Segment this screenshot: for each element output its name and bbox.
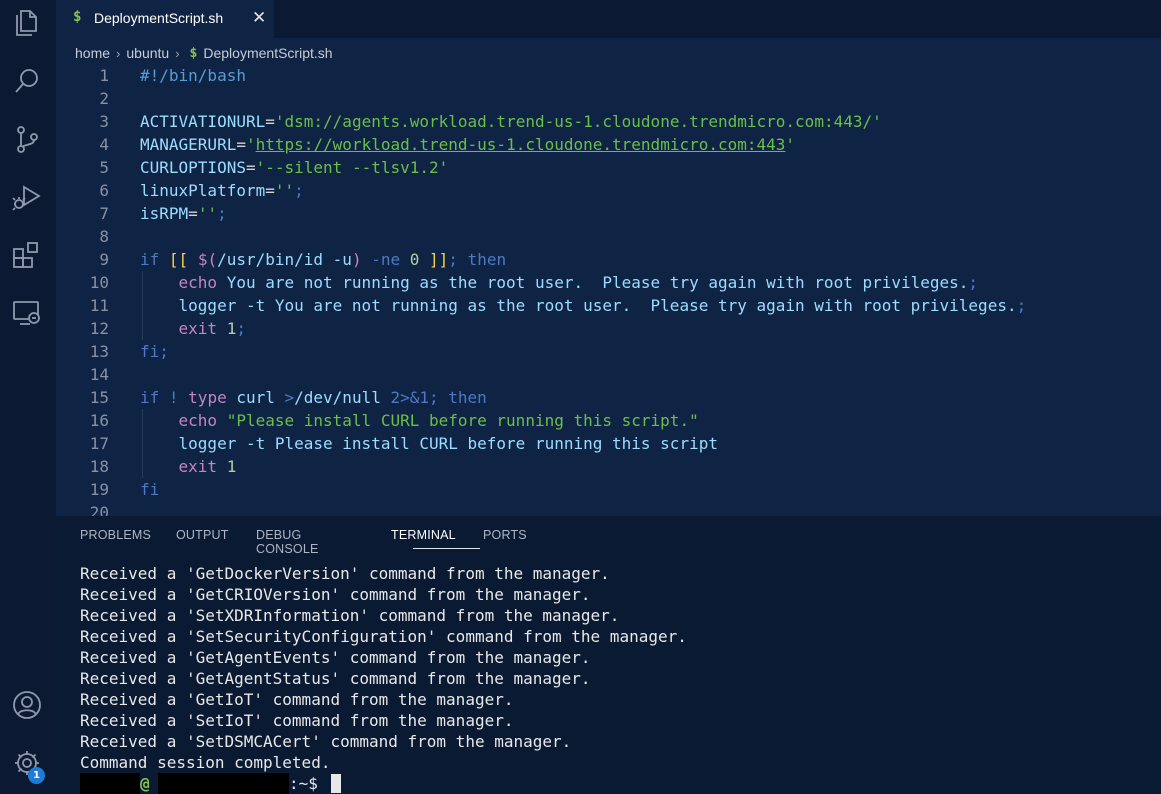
notification-badge: 1 bbox=[28, 767, 45, 784]
chevron-right-icon: › bbox=[175, 45, 180, 61]
code-line: 10 echo You are not running as the root … bbox=[89, 271, 979, 294]
terminal-line: Received a 'GetAgentStatus' command from… bbox=[80, 669, 591, 688]
redacted-username bbox=[80, 773, 140, 794]
prompt-path: :~$ bbox=[289, 774, 328, 793]
tab-debug-console[interactable]: DEBUG CONSOLE bbox=[256, 528, 319, 556]
code-line: 1 #!/bin/bash bbox=[99, 66, 246, 85]
terminal-cursor bbox=[331, 774, 341, 793]
code-line: 2 bbox=[99, 89, 109, 108]
close-icon[interactable]: ✕ bbox=[252, 8, 266, 28]
terminal-line: Received a 'SetDSMCACert' command from t… bbox=[80, 732, 572, 751]
chevron-right-icon: › bbox=[116, 45, 121, 61]
search-icon[interactable] bbox=[10, 64, 44, 98]
tab-problems[interactable]: PROBLEMS bbox=[80, 528, 151, 542]
tab-deploymentscript[interactable]: $ DeploymentScript.sh ✕ bbox=[56, 0, 274, 39]
terminal-line: Received a 'GetCRIOVersion' command from… bbox=[80, 585, 591, 604]
code-line: 8 bbox=[99, 227, 109, 246]
tab-ports[interactable]: PORTS bbox=[483, 528, 527, 542]
code-line: 15 if ! type curl >/dev/null 2>&1; then bbox=[89, 388, 487, 407]
breadcrumb-item-home[interactable]: home bbox=[75, 45, 110, 61]
code-line: 12 exit 1; bbox=[89, 317, 246, 340]
code-line: 17 logger -t Please install CURL before … bbox=[89, 432, 718, 455]
terminal-line: Received a 'GetIoT' command from the man… bbox=[80, 690, 514, 709]
breadcrumb-item-ubuntu[interactable]: ubuntu bbox=[126, 45, 169, 61]
code-line: 9 if [[ $(/usr/bin/id -u) -ne 0 ]]; then bbox=[99, 250, 507, 269]
code-line: 20 bbox=[89, 503, 109, 516]
code-lines[interactable]: 1 #!/bin/bash 2 3 ACTIVATIONURL='dsm://age… bbox=[56, 64, 1161, 516]
prompt-at: @ bbox=[140, 774, 150, 793]
active-tab-indicator bbox=[413, 548, 480, 549]
redacted-hostname bbox=[158, 773, 289, 794]
code-line: 6 linuxPlatform=''; bbox=[99, 181, 304, 200]
bottom-panel: PROBLEMS OUTPUT DEBUG CONSOLE TERMINAL P… bbox=[56, 516, 1161, 794]
extensions-icon[interactable] bbox=[10, 238, 44, 272]
run-debug-icon[interactable] bbox=[10, 180, 44, 214]
code-line: 19 fi bbox=[89, 480, 160, 499]
tab-bar: $ DeploymentScript.sh ✕ bbox=[56, 0, 1161, 39]
code-line: 18 exit 1 bbox=[89, 455, 237, 478]
code-line: 7 isRPM=''; bbox=[99, 204, 227, 223]
shell-file-icon: $ bbox=[189, 45, 198, 61]
code-line: 3 ACTIVATIONURL='dsm://agents.workload.tr… bbox=[99, 112, 882, 131]
editor-area[interactable]: home › ubuntu › $ DeploymentScript.sh 1 #… bbox=[56, 38, 1161, 516]
terminal-prompt[interactable]: @ :~$ bbox=[80, 773, 1150, 794]
remote-explorer-icon[interactable] bbox=[10, 296, 44, 330]
tab-label: DeploymentScript.sh bbox=[94, 10, 224, 26]
breadcrumb-item-file[interactable]: DeploymentScript.sh bbox=[203, 45, 332, 61]
breadcrumb: home › ubuntu › $ DeploymentScript.sh bbox=[75, 43, 333, 63]
terminal-line: Received a 'GetAgentEvents' command from… bbox=[80, 648, 591, 667]
code-line: 11 logger -t You are not running as the … bbox=[89, 294, 1027, 317]
tab-output[interactable]: OUTPUT bbox=[176, 528, 229, 542]
terminal-line: Received a 'SetSecurityConfiguration' co… bbox=[80, 627, 687, 646]
code-line: 5 CURLOPTIONS='--silent --tlsv1.2' bbox=[99, 158, 449, 177]
files-icon[interactable] bbox=[10, 6, 44, 40]
shell-file-icon: $ bbox=[73, 9, 82, 25]
code-line: 14 bbox=[89, 365, 109, 384]
code-line: 16 echo "Please install CURL before runn… bbox=[89, 409, 699, 432]
terminal-line: Received a 'SetIoT' command from the man… bbox=[80, 711, 514, 730]
terminal-line: Received a 'SetXDRInformation' command f… bbox=[80, 606, 620, 625]
account-icon[interactable] bbox=[10, 688, 44, 722]
terminal-line: Command session completed. bbox=[80, 753, 331, 772]
code-line: 4 MANAGERURL='https://workload.trend-us-1… bbox=[99, 135, 796, 154]
terminal-output[interactable]: Received a 'GetDockerVersion' command fr… bbox=[80, 563, 1150, 794]
activity-bar: 1 bbox=[0, 0, 56, 794]
source-control-icon[interactable] bbox=[10, 122, 44, 156]
terminal-line: Received a 'GetDockerVersion' command fr… bbox=[80, 564, 610, 583]
code-line: 13 fi; bbox=[89, 342, 169, 361]
tab-terminal[interactable]: TERMINAL bbox=[391, 528, 456, 542]
